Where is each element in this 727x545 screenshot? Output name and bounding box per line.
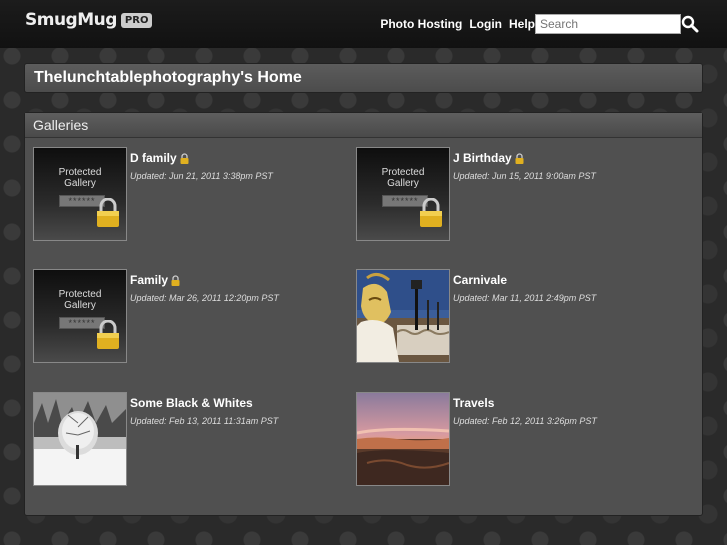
gallery-updated: Updated: Jun 21, 2011 3:38pm PST [130,171,273,181]
lock-icon [97,198,119,227]
protected-label-line1: Protected [58,167,102,178]
gallery-item: Protected Gallery ****** D family Update… [33,147,353,243]
top-bar: SmugMug PRO Photo Hosting Login Help [0,0,727,48]
gallery-title[interactable]: Travels [453,396,494,410]
gallery-thumbnail[interactable]: Protected Gallery ****** [33,147,127,241]
gallery-updated: Updated: Feb 13, 2011 11:31am PST [130,416,279,426]
nav-photo-hosting[interactable]: Photo Hosting [380,17,462,31]
protected-label-line2: Gallery [64,178,96,189]
lock-icon [420,198,442,227]
search-input[interactable] [535,14,681,34]
gallery-updated: Updated: Mar 26, 2011 12:20pm PST [130,293,279,303]
gallery-item: Protected Gallery ****** Family Updated:… [33,269,353,365]
smugmug-logo[interactable]: SmugMug PRO [25,10,153,30]
gallery-title[interactable]: Carnivale [453,273,507,287]
protected-label-line1: Protected [381,167,425,178]
carnival-photo [357,270,449,362]
galleries-panel: Galleries Protected Gallery ****** D fam… [24,112,703,516]
gallery-title[interactable]: D family [130,151,189,165]
protected-label-line2: Gallery [387,178,419,189]
protected-label-line1: Protected [58,289,102,300]
gallery-item: Carnivale Updated: Mar 11, 2011 2:49pm P… [356,269,676,365]
canyon-sunset-photo [357,393,449,485]
gallery-updated: Updated: Jun 15, 2011 9:00am PST [453,171,596,181]
gallery-thumbnail[interactable]: Protected Gallery ****** [356,147,450,241]
lock-icon [97,320,119,349]
gallery-title[interactable]: J Birthday [453,151,524,165]
small-lock-icon [180,152,189,164]
protected-label: Protected Gallery [34,289,126,311]
snow-tree-photo [34,393,126,485]
gallery-title-text: Carnivale [453,273,508,287]
gallery-title-text: Some Black & Whites [130,396,253,410]
gallery-item: Protected Gallery ****** J Birthday Upda… [356,147,676,243]
gallery-title-text: J Birthday [453,151,512,165]
gallery-updated: Updated: Mar 11, 2011 2:49pm PST [453,293,597,303]
gallery-thumbnail[interactable]: Protected Gallery ****** [33,269,127,363]
gallery-title[interactable]: Family [130,273,180,287]
gallery-thumbnail[interactable] [356,269,450,363]
home-panel: Thelunchtablephotography's Home [24,63,703,93]
logo-text: SmugMug [25,10,117,30]
search-icon[interactable] [681,15,699,33]
gallery-item: Some Black & Whites Updated: Feb 13, 201… [33,392,353,488]
gallery-thumbnail[interactable] [356,392,450,486]
gallery-title-text: D family [130,151,177,165]
pro-badge: PRO [120,12,153,28]
gallery-thumbnail[interactable] [33,392,127,486]
page-title: Thelunchtablephotography's Home [34,69,302,86]
protected-label: Protected Gallery [357,167,449,189]
protected-label-line2: Gallery [64,300,96,311]
top-nav: Photo Hosting Login Help [380,17,535,31]
nav-login[interactable]: Login [469,17,502,31]
gallery-updated: Updated: Feb 12, 2011 3:26pm PST [453,416,597,426]
gallery-title-text: Travels [453,396,495,410]
protected-label: Protected Gallery [34,167,126,189]
small-lock-icon [515,152,524,164]
small-lock-icon [171,274,180,286]
gallery-title[interactable]: Some Black & Whites [130,396,253,410]
galleries-heading: Galleries [25,113,702,138]
nav-help[interactable]: Help [509,17,535,31]
gallery-item: Travels Updated: Feb 12, 2011 3:26pm PST [356,392,676,488]
gallery-title-text: Family [130,273,169,287]
